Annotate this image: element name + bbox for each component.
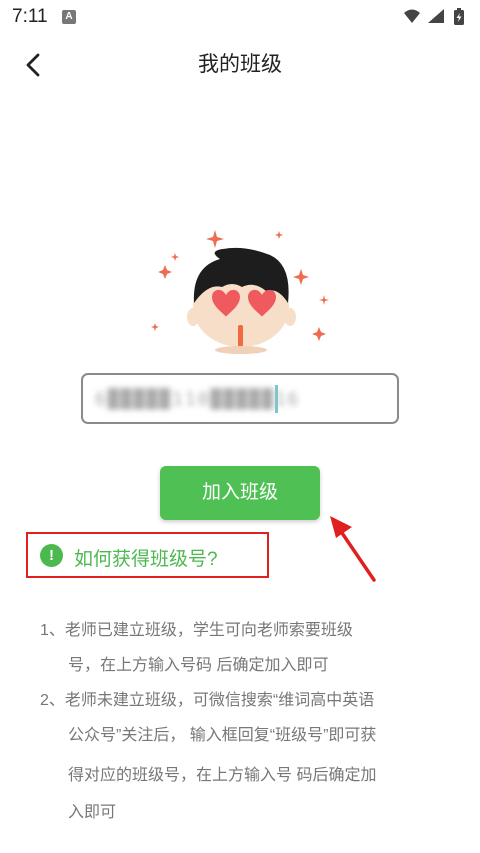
status-bar: 7:11 A xyxy=(0,0,480,34)
notification-a-icon: A xyxy=(62,10,76,24)
instruction-line: 2、老师未建立班级，可微信搜索“维词高中英语 xyxy=(40,692,375,709)
text-cursor xyxy=(275,385,278,413)
join-class-button[interactable]: 加入班级 xyxy=(160,466,320,520)
wifi-icon xyxy=(404,9,420,23)
instruction-line: 号，在上方输入号码 后确定加入即可 xyxy=(68,657,329,674)
face-icon xyxy=(187,247,296,354)
battery-charging-icon xyxy=(454,8,464,25)
mascot-illustration xyxy=(151,230,329,354)
instruction-line: 1、老师已建立班级，学生可向老师索要班级 xyxy=(40,622,353,639)
app-header: 我的班级 xyxy=(0,34,480,94)
signal-icon xyxy=(428,9,444,23)
exclamation-icon: ! xyxy=(40,544,63,567)
instruction-line: 得对应的班级号，在上方输入号 码后确定加 xyxy=(68,767,377,784)
system-icons xyxy=(402,7,472,31)
class-number-input[interactable]: 6█████110█████16 xyxy=(81,373,399,424)
status-time: 7:11 xyxy=(12,6,48,27)
class-number-value: 6█████110█████16 xyxy=(95,389,301,410)
instruction-line: 入即可 xyxy=(68,804,117,821)
how-to-get-class-number-link[interactable]: ! 如何获得班级号? xyxy=(26,532,269,578)
page-title: 我的班级 xyxy=(198,53,282,76)
instruction-line: 公众号”关注后， 输入框回复“班级号”即可获 xyxy=(68,727,377,744)
help-link-label: 如何获得班级号? xyxy=(74,549,218,570)
annotation-arrow-icon xyxy=(330,516,376,582)
